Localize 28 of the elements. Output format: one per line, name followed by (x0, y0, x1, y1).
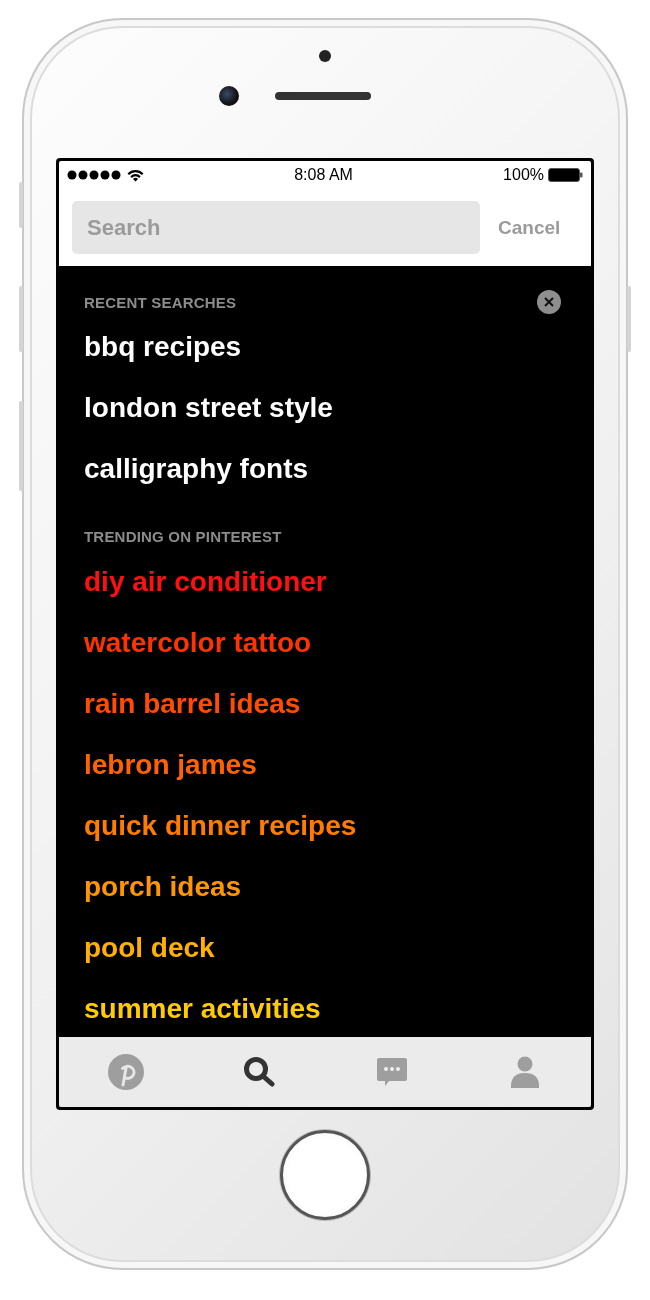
chat-bubble-icon (375, 1056, 408, 1088)
section-title: RECENT SEARCHES (84, 293, 237, 311)
recent-search-item[interactable]: london street style (84, 377, 591, 438)
section-title: TRENDING ON PINTEREST (84, 527, 282, 545)
tab-button[interactable] (242, 1056, 275, 1088)
trending-search-item[interactable]: porch ideas (84, 856, 591, 917)
trending-search-item[interactable]: summer activities (84, 978, 591, 1039)
pin-logo-icon (107, 1054, 144, 1090)
sensor-dot (319, 50, 331, 62)
search-field[interactable]: Search (72, 201, 480, 254)
signal-icon (67, 170, 123, 180)
camera-lens (219, 86, 239, 106)
trending-search-item[interactable]: pool deck (84, 917, 591, 978)
trending-search-item[interactable]: rain barrel ideas (84, 673, 591, 734)
trending-search-item[interactable]: watercolor tattoo (84, 612, 591, 673)
status-time: 8:08 AM (294, 166, 353, 184)
wifi-icon (127, 168, 144, 182)
trending-search-item[interactable]: quick dinner recipes (84, 795, 591, 856)
clear-button[interactable] (537, 290, 561, 314)
recent-search-item[interactable]: calligraphy fonts (84, 438, 591, 499)
profile-icon (510, 1056, 539, 1088)
recent-search-item[interactable]: bbq recipes (84, 316, 591, 377)
close-icon (544, 297, 554, 307)
battery-icon (548, 168, 583, 182)
trending-search-item[interactable]: lebron james (84, 734, 591, 795)
trending-search-item[interactable]: diy air conditioner (84, 551, 591, 612)
battery-percent: 100% (503, 166, 544, 184)
search-icon (242, 1056, 275, 1088)
